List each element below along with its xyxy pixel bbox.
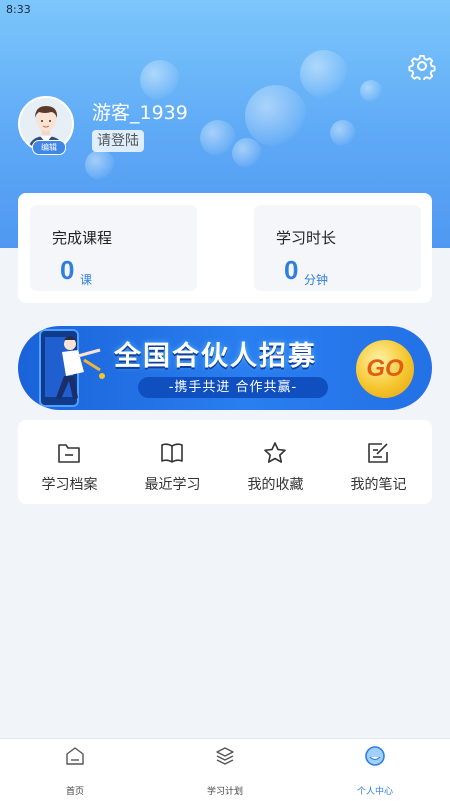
- bubble-decoration: [330, 120, 356, 146]
- tab-profile[interactable]: 个人中心: [300, 739, 450, 801]
- menu-item-my-favorites[interactable]: 我的收藏: [224, 420, 327, 504]
- banner-title: 全国合伙人招募: [114, 341, 317, 372]
- book-icon: [161, 443, 183, 463]
- quick-menu: 学习档案 最近学习 我的收藏 我的笔记: [18, 420, 432, 504]
- bottom-tab-bar: 首页 学习计划 个人中心: [0, 738, 450, 801]
- tab-label: 首页: [65, 787, 84, 797]
- username: 游客_1939: [92, 102, 188, 124]
- stat-label: 完成课程: [52, 229, 113, 247]
- bubble-decoration: [232, 138, 262, 168]
- banner-go-button[interactable]: GO: [356, 340, 414, 398]
- folder-icon: [58, 444, 80, 463]
- note-icon: [368, 443, 388, 463]
- menu-label: 我的笔记: [350, 477, 407, 493]
- tab-label: 个人中心: [356, 787, 393, 797]
- status-time: 8:33: [6, 3, 31, 16]
- layers-icon: [216, 747, 234, 765]
- menu-label: 最近学习: [144, 477, 201, 493]
- menu-label: 我的收藏: [247, 477, 304, 493]
- avatar[interactable]: 编辑: [18, 96, 74, 155]
- bubble-decoration: [140, 60, 180, 100]
- partner-recruit-banner[interactable]: 全国合伙人招募 -携手共进 合作共赢- GO: [18, 326, 432, 410]
- login-button[interactable]: 请登陆: [92, 130, 144, 152]
- tab-home[interactable]: 首页: [0, 739, 150, 801]
- bubble-decoration: [200, 120, 236, 156]
- menu-item-study-archive[interactable]: 学习档案: [18, 420, 121, 504]
- stat-study-duration[interactable]: 学习时长 0 分钟: [254, 205, 421, 291]
- home-icon: [66, 747, 84, 765]
- stat-completed-courses[interactable]: 完成课程 0 课: [30, 205, 197, 291]
- stat-label: 学习时长: [276, 229, 337, 247]
- menu-label: 学习档案: [41, 477, 98, 493]
- tab-study-plan[interactable]: 学习计划: [150, 739, 300, 801]
- phone-person-illustration-icon: [39, 329, 105, 407]
- tab-label: 学习计划: [206, 787, 243, 797]
- star-icon: [264, 442, 286, 463]
- profile-icon: [365, 746, 385, 766]
- bubble-decoration: [85, 150, 115, 180]
- stat-unit: 分钟: [304, 273, 329, 287]
- bubble-decoration: [245, 85, 307, 147]
- bubble-decoration: [300, 50, 348, 98]
- banner-subtitle: -携手共进 合作共赢-: [138, 377, 328, 398]
- bubble-decoration: [360, 80, 382, 102]
- menu-item-my-notes[interactable]: 我的笔记: [327, 420, 430, 504]
- avatar-edit-badge[interactable]: 编辑: [32, 140, 66, 155]
- settings-gear-icon[interactable]: [408, 52, 436, 82]
- stats-card: 完成课程 0 课 学习时长 0 分钟: [18, 193, 432, 303]
- stat-unit: 课: [80, 273, 93, 287]
- menu-item-recent-study[interactable]: 最近学习: [121, 420, 224, 504]
- stat-value: 0: [60, 255, 75, 285]
- stat-value: 0: [284, 255, 299, 285]
